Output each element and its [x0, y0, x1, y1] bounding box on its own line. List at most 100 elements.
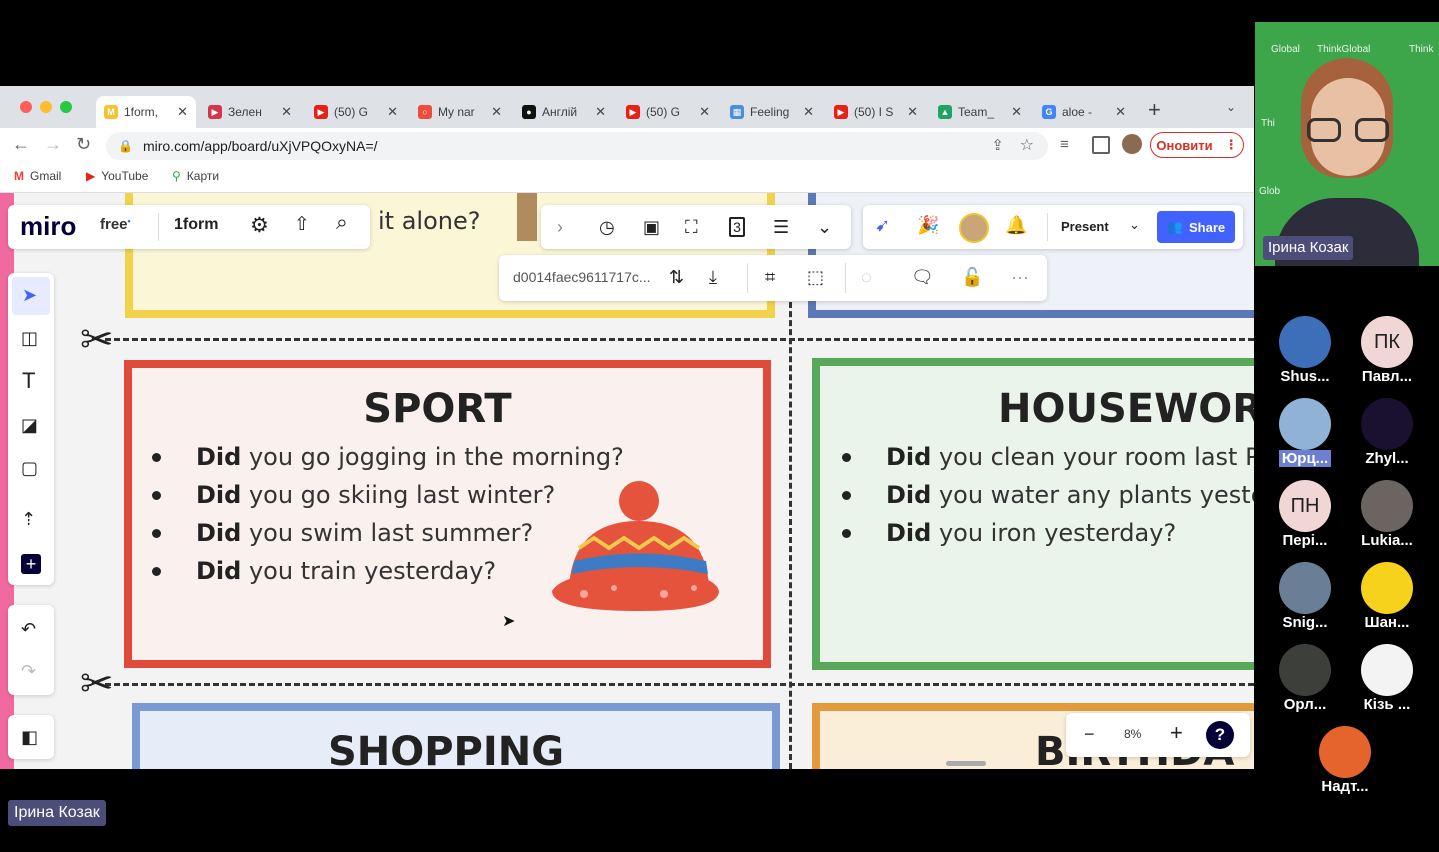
scroll-indicator[interactable]	[946, 761, 986, 766]
participant-tile[interactable]: Орл...	[1265, 644, 1345, 714]
question-verb: Did	[196, 443, 242, 471]
sticky-note-icon[interactable]: ◪	[21, 415, 38, 435]
present-options-chevron-icon[interactable]: ⌄	[1129, 217, 1140, 233]
upload-icon[interactable]: ⇡	[21, 509, 36, 529]
zoom-level[interactable]: 8%	[1124, 727, 1141, 741]
browser-tab[interactable]: ▶ (50) G ✕	[618, 96, 718, 128]
miro-logo[interactable]: miro	[20, 211, 76, 242]
add-more-tools-icon[interactable]: +	[21, 554, 41, 574]
speaker-video-tile[interactable]: Global ThinkGlobal Think Thi Glob Ірина …	[1255, 22, 1439, 266]
tab-close-icon[interactable]: ✕	[1011, 104, 1022, 120]
browser-tab[interactable]: ● Англій ✕	[514, 96, 614, 128]
zoom-window-dot[interactable]	[60, 101, 72, 113]
reading-list-icon[interactable]: ≡	[1060, 136, 1069, 153]
undo-icon[interactable]: ↶	[21, 619, 36, 639]
more-tools-chevron-icon[interactable]: ⌄	[817, 217, 832, 237]
side-panel-icon[interactable]	[1092, 136, 1110, 154]
browser-tab[interactable]: ▶ Зелен ✕	[200, 96, 300, 128]
browser-tab[interactable]: M 1form, ✕	[96, 96, 196, 128]
browser-tab[interactable]: ▲ Team_ ✕	[930, 96, 1030, 128]
browser-tab[interactable]: ▶ (50) I S ✕	[826, 96, 926, 128]
tab-close-icon[interactable]: ✕	[387, 104, 398, 120]
bookmark-item[interactable]: ⚲ Карти	[172, 169, 219, 183]
reload-icon[interactable]: ↻	[76, 134, 91, 155]
miro-board-canvas[interactable]: it alone? ✂ ✂ SPORT Did you go jogging i…	[0, 193, 1254, 769]
tab-search-chevron-icon[interactable]: ⌄	[1226, 100, 1236, 114]
swap-image-icon[interactable]: ⇅	[669, 267, 684, 287]
participant-tile[interactable]: Кізь ...	[1347, 644, 1427, 714]
bookmark-star-icon[interactable]: ☆	[1020, 135, 1034, 155]
back-icon[interactable]: ←	[12, 134, 30, 155]
zoom-out-icon[interactable]: −	[1084, 724, 1095, 744]
comment-icon[interactable]: 🗨	[911, 267, 934, 287]
redo-icon[interactable]: ↷	[21, 661, 36, 681]
share-page-icon[interactable]: ⇪	[991, 136, 1004, 154]
shape-tool-icon[interactable]: ▢	[21, 458, 38, 478]
tab-favicon-icon: ▶	[314, 105, 328, 119]
text-tool-icon[interactable]: T	[22, 370, 35, 392]
participant-avatar: ПН	[1279, 480, 1331, 532]
more-options-icon[interactable]: ···	[1011, 267, 1029, 287]
search-icon[interactable]: ⌕	[336, 211, 348, 235]
browser-tab[interactable]: ○ My nar ✕	[410, 96, 510, 128]
fit-frame-icon[interactable]: ⬚	[807, 267, 824, 287]
cursors-icon[interactable]: ➹	[875, 215, 890, 235]
profile-avatar[interactable]	[1122, 134, 1142, 154]
new-tab-button[interactable]: +	[1148, 97, 1161, 123]
browser-tab[interactable]: ▶ (50) G ✕	[306, 96, 406, 128]
selected-item-id[interactable]: d0014faec9611717c...	[513, 269, 651, 285]
help-button[interactable]: ?	[1206, 721, 1234, 749]
browser-tab[interactable]: ▦ Feeling ✕	[722, 96, 822, 128]
collaborator-avatar[interactable]	[959, 213, 989, 243]
lock-icon[interactable]: 🔓	[961, 267, 983, 287]
export-upload-icon[interactable]: ⇧	[294, 213, 310, 236]
tab-close-icon[interactable]: ✕	[803, 104, 814, 120]
history-toolbar: ↶ ↷	[8, 605, 54, 695]
tab-close-icon[interactable]: ✕	[699, 104, 710, 120]
divider	[158, 213, 159, 241]
participant-tile[interactable]: Shus...	[1265, 316, 1345, 386]
forward-icon[interactable]: →	[44, 134, 62, 155]
participant-tile[interactable]: Надт...	[1305, 726, 1385, 796]
tab-close-icon[interactable]: ✕	[1115, 104, 1126, 120]
sidebar-panel-icon[interactable]: ◧	[21, 727, 38, 747]
templates-icon[interactable]: ◫	[21, 328, 38, 348]
download-icon[interactable]: ⤓	[709, 267, 717, 287]
zoom-in-icon[interactable]: +	[1170, 722, 1183, 744]
browser-tab[interactable]: Galoe - ✕	[1034, 96, 1134, 128]
frames-icon[interactable]: 3	[729, 217, 745, 237]
settings-gear-icon[interactable]: ⚙	[250, 213, 269, 238]
plan-badge[interactable]: free•	[100, 216, 131, 233]
bookmark-item[interactable]: M Gmail	[14, 169, 61, 183]
frames-panel-toggle: ◧	[8, 715, 54, 759]
participant-tile[interactable]: Snig...	[1265, 562, 1345, 632]
participant-tile[interactable]: ПК Павл...	[1347, 316, 1427, 386]
participant-tile[interactable]: ПН Пері...	[1265, 480, 1345, 550]
voting-icon[interactable]: ▣	[643, 217, 660, 237]
notifications-bell-icon[interactable]: 🔔	[1005, 215, 1027, 235]
participant-tile[interactable]: Шан...	[1347, 562, 1427, 632]
notes-icon[interactable]: ☰	[773, 217, 789, 237]
present-button[interactable]: Present	[1061, 219, 1109, 234]
tab-close-icon[interactable]: ✕	[491, 104, 502, 120]
timer-icon[interactable]: ◷	[599, 217, 615, 237]
minimize-window-dot[interactable]	[40, 101, 52, 113]
participant-tile[interactable]: Zhyl...	[1347, 398, 1427, 468]
tab-close-icon[interactable]: ✕	[281, 104, 292, 120]
board-name[interactable]: 1form	[174, 216, 218, 234]
bookmark-item[interactable]: ▶ YouTube	[86, 169, 148, 183]
tab-close-icon[interactable]: ✕	[595, 104, 606, 120]
participant-tile[interactable]: Lukia...	[1347, 480, 1427, 550]
close-window-dot[interactable]	[20, 101, 32, 113]
share-button[interactable]: 👥 Share	[1157, 211, 1235, 243]
participant-tile[interactable]: Юрц...	[1265, 398, 1345, 468]
reactions-icon[interactable]: 🎉	[917, 215, 939, 235]
crop-icon[interactable]: ⌗	[765, 267, 775, 287]
update-browser-button[interactable]: Оновити ⋮	[1150, 132, 1244, 158]
address-bar[interactable]: 🔒 miro.com/app/board/uXjVPQOxyNA=/ ⇪ ☆	[106, 132, 1048, 160]
select-cursor-icon[interactable]: ➤	[22, 285, 37, 305]
tab-close-icon[interactable]: ✕	[177, 104, 188, 120]
tab-close-icon[interactable]: ✕	[907, 104, 918, 120]
expand-chevron-icon[interactable]: ›	[557, 217, 563, 237]
attention-focus-icon[interactable]: ⛶	[685, 217, 698, 237]
